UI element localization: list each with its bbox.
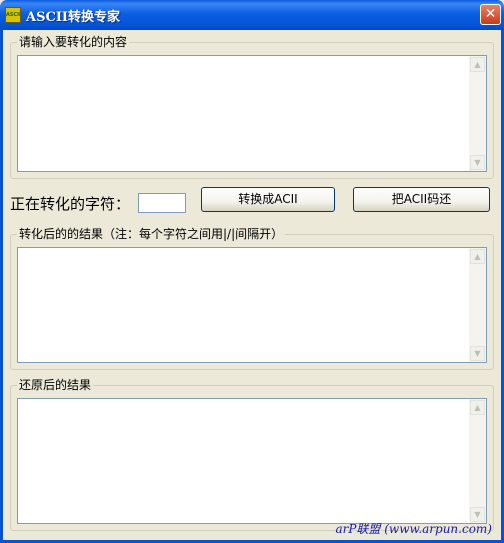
current-char-label: 正在转化的字符： (10, 195, 131, 213)
title-bar[interactable]: ASCII ASCII转换专家 ✕ (0, 0, 504, 30)
restored-group-label: 还原后的结果 (17, 378, 94, 392)
watermark: arP联盟 (www.arpun.com) (335, 522, 492, 536)
input-textarea[interactable]: ▲ ▼ (17, 55, 487, 172)
result-group-label: 转化后的的结果（注：每个字符之间用|/|间隔开） (17, 227, 286, 241)
result-scrollbar[interactable]: ▲ ▼ (469, 248, 486, 362)
convert-to-ascii-button[interactable]: 转换成ACII (201, 187, 335, 212)
scroll-up-icon[interactable]: ▲ (470, 249, 485, 264)
restore-ascii-button[interactable]: 把ACII码还 (353, 187, 490, 212)
restored-scrollbar[interactable]: ▲ ▼ (469, 399, 486, 523)
restored-group: 还原后的结果 ▲ ▼ (10, 378, 494, 531)
close-button[interactable]: ✕ (480, 4, 501, 25)
app-icon: ASCII (5, 7, 21, 23)
window-title: ASCII转换专家 (26, 10, 120, 25)
input-group: 请输入要转化的内容 ▲ ▼ (10, 35, 494, 179)
scroll-down-icon[interactable]: ▼ (470, 155, 485, 170)
input-scrollbar[interactable]: ▲ ▼ (469, 56, 486, 171)
scroll-up-icon[interactable]: ▲ (470, 400, 485, 415)
restored-textarea[interactable]: ▲ ▼ (17, 398, 487, 524)
scroll-up-icon[interactable]: ▲ (470, 57, 485, 72)
scroll-down-icon[interactable]: ▼ (470, 346, 485, 361)
result-group: 转化后的的结果（注：每个字符之间用|/|间隔开） ▲ ▼ (10, 227, 494, 370)
input-group-label: 请输入要转化的内容 (17, 35, 130, 49)
result-textarea[interactable]: ▲ ▼ (17, 247, 487, 363)
current-char-field[interactable] (138, 193, 186, 213)
